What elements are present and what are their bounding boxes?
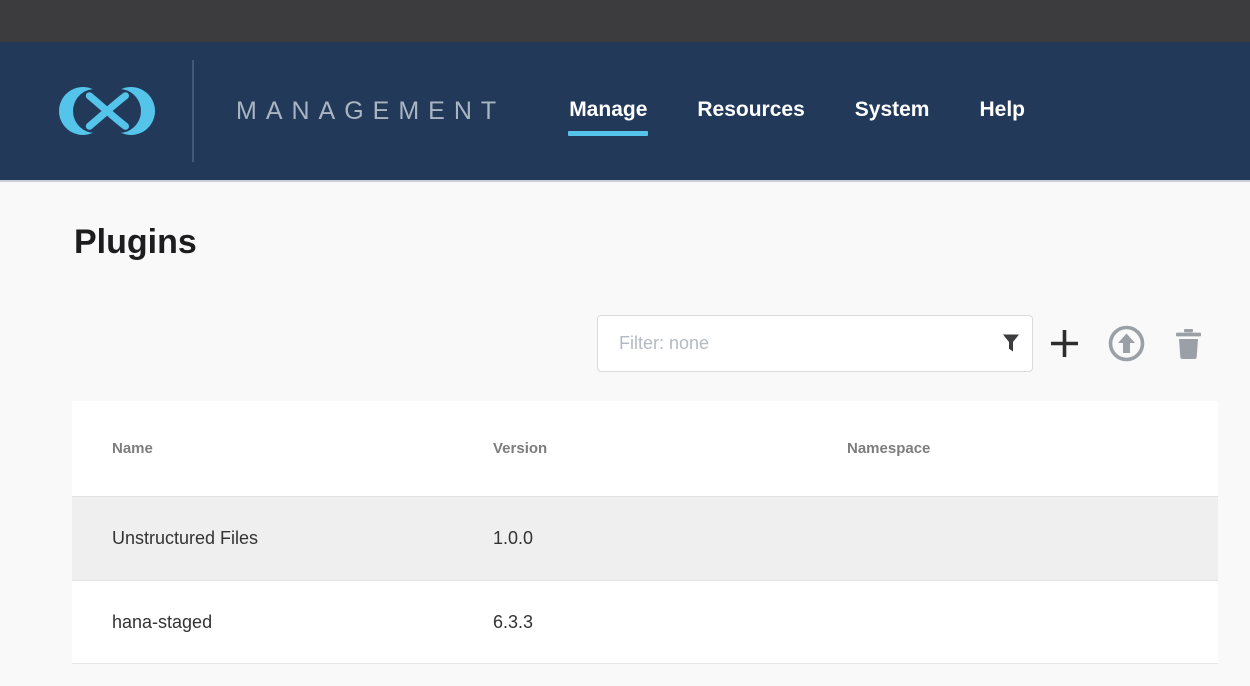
nav-item-help[interactable]: Help <box>979 98 1025 124</box>
trash-icon <box>1175 329 1202 359</box>
main-nav: Manage Resources System Help <box>569 98 1025 124</box>
cell-name: hana-staged <box>72 612 493 633</box>
plugins-table: Name Version Namespace Unstructured File… <box>72 401 1218 664</box>
column-header-version[interactable]: Version <box>493 440 847 457</box>
filter-field <box>597 315 1033 372</box>
header-divider <box>192 60 194 162</box>
column-header-name[interactable]: Name <box>72 440 493 457</box>
table-header-row: Name Version Namespace <box>72 401 1218 496</box>
column-header-namespace[interactable]: Namespace <box>847 440 1218 457</box>
add-plugin-button[interactable] <box>1049 328 1080 359</box>
cell-version: 1.0.0 <box>493 528 847 549</box>
nav-item-manage[interactable]: Manage <box>569 98 647 124</box>
window-top-strip <box>0 0 1250 42</box>
plugins-toolbar <box>72 315 1218 372</box>
brand-title: MANAGEMENT <box>236 97 505 126</box>
filter-input[interactable] <box>598 316 1032 371</box>
delphix-x-logo-svg <box>58 71 156 151</box>
upload-arrow-circle-icon <box>1108 325 1145 362</box>
nav-item-system[interactable]: System <box>855 98 930 124</box>
table-row[interactable]: Unstructured Files 1.0.0 <box>72 496 1218 581</box>
plus-icon <box>1049 328 1080 359</box>
filter-funnel-icon[interactable] <box>1003 334 1019 353</box>
cell-version: 6.3.3 <box>493 612 847 633</box>
table-row[interactable]: hana-staged 6.3.3 <box>72 581 1218 664</box>
nav-item-resources[interactable]: Resources <box>697 98 804 124</box>
cell-name: Unstructured Files <box>72 528 493 549</box>
delphix-x-logo[interactable] <box>58 71 156 151</box>
app-header: MANAGEMENT Manage Resources System Help <box>0 42 1250 182</box>
page-title: Plugins <box>74 223 1250 261</box>
upload-plugin-button[interactable] <box>1108 325 1145 362</box>
delete-plugin-button[interactable] <box>1175 329 1202 359</box>
